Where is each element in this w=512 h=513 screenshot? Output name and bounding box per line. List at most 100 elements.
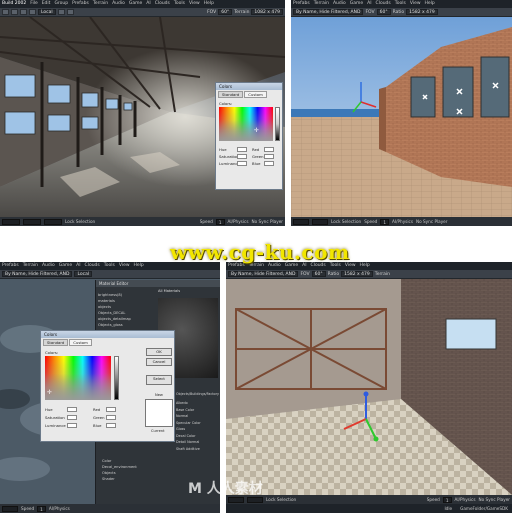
speed-field[interactable]: 1 [380, 218, 389, 225]
tab-custom[interactable]: Custom [244, 91, 267, 98]
menu-tools[interactable]: Tools [174, 1, 185, 7]
menu-prefabs[interactable]: Prefabs [293, 1, 310, 7]
menu-tools[interactable]: Tools [104, 263, 115, 269]
ratio-field[interactable]: 1582 x 479 [406, 9, 438, 15]
menu-file[interactable]: File [30, 1, 38, 7]
luminance-input[interactable] [67, 423, 77, 428]
menu-audio[interactable]: Audio [112, 1, 125, 7]
color-spectrum[interactable]: ✛ [45, 356, 111, 400]
menu-audio[interactable]: Audio [42, 263, 55, 269]
menu-group[interactable]: Group [54, 1, 68, 7]
fov-field[interactable]: 60° [218, 9, 233, 15]
menu-game[interactable]: Game [350, 1, 363, 7]
menu-ai[interactable]: AI [367, 1, 371, 7]
ai-physics-button[interactable]: AI/Physics [392, 219, 413, 224]
tab-standard[interactable]: Standard [218, 91, 244, 98]
terrain-label[interactable]: Terrain [375, 272, 390, 277]
list-item[interactable]: Objects_gloss [98, 322, 150, 328]
fov-field[interactable]: 60° [311, 271, 326, 277]
coordinate-space-select[interactable]: Local [38, 9, 56, 15]
menu-help[interactable]: Help [204, 1, 214, 7]
luminance-slider[interactable] [275, 107, 280, 141]
menu-clouds[interactable]: Clouds [376, 1, 391, 7]
x-coordinate-field[interactable] [2, 505, 18, 512]
hue-input[interactable] [67, 407, 77, 412]
luminance-input[interactable] [237, 161, 247, 166]
tab-standard[interactable]: Standard [43, 339, 69, 346]
menu-clouds[interactable]: Clouds [85, 263, 100, 269]
cancel-button[interactable]: Cancel [146, 358, 172, 366]
list-item[interactable]: Shader [102, 476, 137, 482]
menu-ai[interactable]: AI [146, 1, 150, 7]
y-coordinate-field[interactable] [312, 218, 328, 225]
speed-field[interactable]: 1 [442, 496, 452, 503]
menu-tools[interactable]: Tools [395, 1, 406, 7]
menu-terrain[interactable]: Terrain [23, 263, 38, 269]
menu-edit[interactable]: Edit [42, 1, 51, 7]
terrain-label[interactable]: Terrain [234, 10, 249, 15]
coordinate-space-select[interactable]: Local [74, 271, 93, 277]
menu-prefabs[interactable]: Prefabs [2, 263, 19, 269]
green-input[interactable] [106, 415, 116, 420]
filter-select[interactable]: By Name, Hide Filtered, AND [228, 271, 299, 277]
ai-physics-button[interactable]: AI/Physics [455, 497, 476, 502]
menu-game[interactable]: Game [59, 263, 72, 269]
sync-player-button[interactable]: No Sync Player [252, 219, 283, 224]
luminance-slider[interactable] [114, 356, 119, 400]
menu-help[interactable]: Help [134, 263, 144, 269]
menu-terrain[interactable]: Terrain [93, 1, 108, 7]
menu-help[interactable]: Help [425, 1, 435, 7]
x-coordinate-field[interactable] [2, 218, 20, 225]
scale-tool-button[interactable] [29, 9, 36, 15]
lock-selection-button[interactable]: Lock Selection [266, 497, 296, 502]
viewport-room-interior[interactable] [226, 279, 512, 495]
color-spectrum[interactable]: ✛ [219, 107, 273, 141]
saturation-input[interactable] [67, 415, 77, 420]
tab-custom[interactable]: Custom [69, 339, 92, 346]
fov-field[interactable]: 60° [376, 9, 391, 15]
snap-button[interactable] [57, 9, 65, 15]
filter-select[interactable]: By Name, Hide Filtered, AND [293, 9, 364, 15]
menu-help[interactable]: Help [360, 263, 370, 269]
all-materials-button[interactable]: All Materials [158, 289, 180, 293]
menu-terrain[interactable]: Terrain [314, 1, 329, 7]
menu-game[interactable]: Game [129, 1, 142, 7]
menu-prefabs[interactable]: Prefabs [72, 1, 89, 7]
z-coordinate-field[interactable] [44, 218, 62, 225]
hue-input[interactable] [237, 147, 247, 152]
lock-selection-button[interactable]: Lock Selection [65, 219, 95, 224]
speed-field[interactable]: 1 [37, 505, 46, 512]
menu-ai[interactable]: AI [76, 263, 80, 269]
select-button[interactable]: Select [146, 375, 172, 385]
colors-dialog[interactable]: Colors Standard Custom Colors: ✛ Hue Sat… [215, 82, 283, 190]
saturation-input[interactable] [237, 154, 247, 159]
speed-field[interactable]: 1 [215, 218, 225, 225]
x-coordinate-field[interactable] [293, 218, 309, 225]
green-input[interactable] [264, 154, 274, 159]
y-coordinate-field[interactable] [23, 218, 41, 225]
colors-dialog[interactable]: Colors Standard Custom Colors: ✛ OK Canc… [40, 330, 175, 442]
lock-selection-button[interactable]: Lock Selection [331, 219, 361, 224]
property-row[interactable]: Shaft Additive [176, 446, 201, 453]
ratio-field[interactable]: 1582 x 479 [341, 271, 373, 277]
grid-button[interactable] [66, 9, 74, 15]
red-input[interactable] [106, 407, 116, 412]
blue-input[interactable] [264, 161, 274, 166]
viewport-brick-wall[interactable] [291, 17, 512, 217]
move-tool-button[interactable] [11, 9, 18, 15]
menu-view[interactable]: View [410, 1, 421, 7]
menu-audio[interactable]: Audio [333, 1, 346, 7]
sync-player-button[interactable]: No Sync Player [416, 219, 447, 224]
select-tool-button[interactable] [2, 9, 9, 15]
filter-select[interactable]: By Name, Hide Filtered, AND [2, 271, 73, 277]
sync-player-button[interactable]: No Sync Player [479, 497, 510, 502]
ok-button[interactable]: OK [146, 348, 172, 356]
menu-clouds[interactable]: Clouds [155, 1, 170, 7]
property-row[interactable]: Detail Normal [176, 439, 201, 446]
red-input[interactable] [264, 147, 274, 152]
rotate-tool-button[interactable] [20, 9, 27, 15]
ai-physics-button[interactable]: AI/Physics [49, 506, 70, 511]
menu-view[interactable]: View [189, 1, 200, 7]
ai-physics-button[interactable]: AI/Physics [228, 219, 249, 224]
blue-input[interactable] [106, 423, 116, 428]
